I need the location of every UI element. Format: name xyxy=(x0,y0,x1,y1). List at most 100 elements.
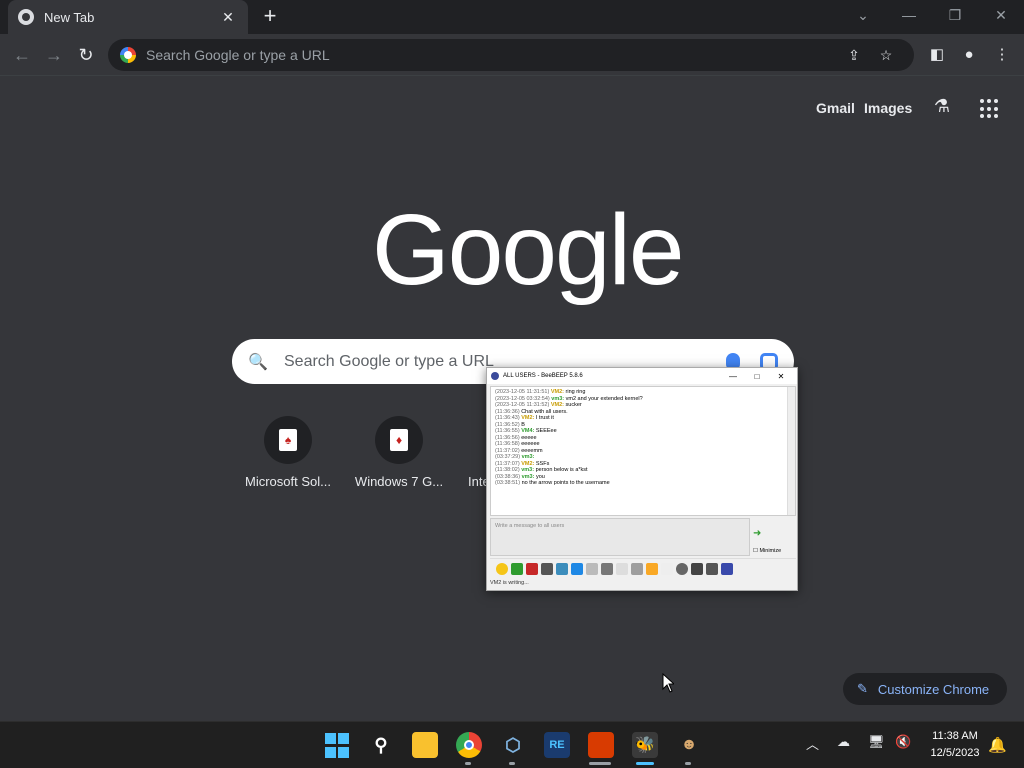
color-icon[interactable] xyxy=(511,562,523,575)
chat-timestamp: (11:37:02) xyxy=(495,447,522,454)
back-icon[interactable]: ← xyxy=(9,42,35,68)
beebeep-window[interactable]: ALL USERS - BeeBEEP 5.8.6 — □ ✕ (2023-12… xyxy=(486,367,798,591)
spellcheck-icon[interactable] xyxy=(586,562,598,575)
chat-timestamp: (11:38:02) xyxy=(495,467,522,473)
minimize-icon[interactable]: — xyxy=(886,0,932,30)
shortcut-label: Inte xyxy=(468,474,486,489)
onedrive-icon[interactable]: ☁ xyxy=(837,734,850,750)
chat-timestamp: (2023-12-05 11:31:51) xyxy=(495,389,551,395)
status-text: VM2 is writing... xyxy=(490,580,529,586)
beebeep-icon xyxy=(491,372,499,380)
google-logo: Google xyxy=(372,194,684,306)
active-indicator xyxy=(636,762,654,765)
chat-username: VM2: xyxy=(521,415,536,421)
share-icon[interactable]: ⇪ xyxy=(838,47,870,64)
close-icon[interactable]: ✕ xyxy=(769,372,793,381)
images-link[interactable]: Images xyxy=(864,100,912,116)
share-icon[interactable] xyxy=(571,562,583,575)
shortcut-windows-7-games[interactable]: ♦ Windows 7 G... xyxy=(343,416,455,489)
chat-timestamp: (11:37:07) xyxy=(495,460,522,467)
pencil-icon: ✎ xyxy=(857,681,868,696)
chat-text: Chat with all users. xyxy=(521,408,568,415)
minimize-checkbox[interactable]: ☐ Minimize xyxy=(753,548,781,554)
cards-icon: ♠ xyxy=(264,416,312,464)
restore-icon[interactable]: ❐ xyxy=(932,0,978,30)
send-icon[interactable]: ➜ xyxy=(753,528,761,539)
mouse-cursor-icon xyxy=(662,673,674,693)
chat-username: VM2: xyxy=(550,402,566,408)
chat-text: eeeee xyxy=(521,434,537,441)
chat-text: no the arrow points to the username xyxy=(521,480,610,486)
chat-text: person below is a*kst xyxy=(535,467,588,473)
scrollbar[interactable] xyxy=(787,387,795,515)
minimize-icon[interactable]: — xyxy=(721,372,745,381)
maximize-icon[interactable]: □ xyxy=(745,372,769,381)
record-icon[interactable] xyxy=(676,562,688,575)
start-icon[interactable] xyxy=(324,732,350,758)
chat-text: eeeeee xyxy=(521,441,540,447)
omnibox[interactable]: Search Google or type a URL ⇪ ☆ xyxy=(108,39,914,71)
chevron-up-icon[interactable]: ︿ xyxy=(806,734,819,753)
minimize-label: Minimize xyxy=(759,548,782,554)
shortcut-microsoft-solitaire[interactable]: ♠ Microsoft Sol... xyxy=(232,416,344,489)
menu-kebab-icon[interactable]: ⋮ xyxy=(990,44,1014,66)
chat-username: vm3: xyxy=(521,454,535,460)
chat-text: SSFs xyxy=(535,460,550,467)
emoji-icon[interactable] xyxy=(496,562,508,575)
google-apps-icon[interactable] xyxy=(980,99,1000,119)
chat-timestamp: (11:36:36) xyxy=(495,408,522,415)
chrome-favicon-icon xyxy=(18,9,34,25)
cards-icon: ♦ xyxy=(375,416,423,464)
tab-search-icon[interactable]: ⌄ xyxy=(840,0,886,30)
clock[interactable]: 11:38 AM 12/5/2023 xyxy=(922,728,988,762)
office-icon[interactable] xyxy=(588,732,614,758)
gmail-link[interactable]: Gmail xyxy=(816,100,855,116)
chat-history[interactable]: (2023-12-05 11:31:51) VM2: ring ring (202… xyxy=(490,386,796,516)
customize-chrome-button[interactable]: ✎ Customize Chrome xyxy=(843,673,1007,705)
virtualbox-icon[interactable]: ⬡ xyxy=(500,732,526,758)
close-window-icon[interactable]: ✕ xyxy=(978,0,1024,30)
note-icon[interactable] xyxy=(661,562,673,575)
message-input[interactable]: Write a message to all users xyxy=(490,518,750,556)
network-icon[interactable]: 🖥 xyxy=(868,734,885,750)
font-icon[interactable] xyxy=(526,562,538,575)
re-app-icon[interactable]: RE xyxy=(544,732,570,758)
shortcut-label: Microsoft Sol... xyxy=(245,474,331,489)
game-icon[interactable]: ☻ xyxy=(676,732,702,758)
chat-text: SEEEee xyxy=(535,428,557,434)
attach-icon[interactable] xyxy=(616,562,628,575)
chrome-icon[interactable] xyxy=(456,732,482,758)
chat-text: I trust it xyxy=(535,415,554,421)
users-icon[interactable] xyxy=(721,562,733,575)
save-icon[interactable] xyxy=(601,562,613,575)
chat-username: vm3: xyxy=(521,473,536,480)
clear-format-icon[interactable] xyxy=(541,562,553,575)
labs-flask-icon[interactable]: ⚗ xyxy=(930,96,954,120)
volume-muted-icon[interactable]: 🔇 xyxy=(895,734,911,750)
beebeep-titlebar[interactable]: ALL USERS - BeeBEEP 5.8.6 — □ ✕ xyxy=(487,368,797,384)
chat-username: VM4: xyxy=(521,428,536,434)
profile-icon[interactable]: ● xyxy=(957,44,981,66)
tab-new-tab[interactable]: New Tab ✕ xyxy=(8,0,248,34)
new-tab-button[interactable]: + xyxy=(258,4,282,28)
google-icon xyxy=(120,47,136,63)
reload-icon[interactable]: ↻ xyxy=(73,42,99,68)
folder-icon[interactable] xyxy=(646,562,658,575)
clock-time: 11:38 AM xyxy=(932,730,978,742)
notification-bell-icon[interactable]: 🔔 xyxy=(988,736,1007,754)
tab-close-icon[interactable]: ✕ xyxy=(218,9,238,26)
file-explorer-icon[interactable] xyxy=(412,732,438,758)
shortcut-third[interactable]: Inte xyxy=(454,416,486,489)
file-icon[interactable] xyxy=(631,562,643,575)
print-icon[interactable] xyxy=(706,562,718,575)
bookmark-star-icon[interactable]: ☆ xyxy=(870,47,902,64)
forward-icon[interactable]: → xyxy=(41,42,67,68)
omnibox-placeholder: Search Google or type a URL xyxy=(146,47,330,63)
search-icon[interactable]: ⚲ xyxy=(368,732,394,758)
beebeep-icon[interactable]: 🐝 xyxy=(632,732,658,758)
side-panel-icon[interactable]: ◧ xyxy=(925,44,949,66)
screenshot-icon[interactable] xyxy=(691,562,703,575)
filter-icon[interactable] xyxy=(556,562,568,575)
chat-timestamp: (03:38:36) xyxy=(495,473,522,480)
chat-text: ring ring xyxy=(565,389,586,395)
